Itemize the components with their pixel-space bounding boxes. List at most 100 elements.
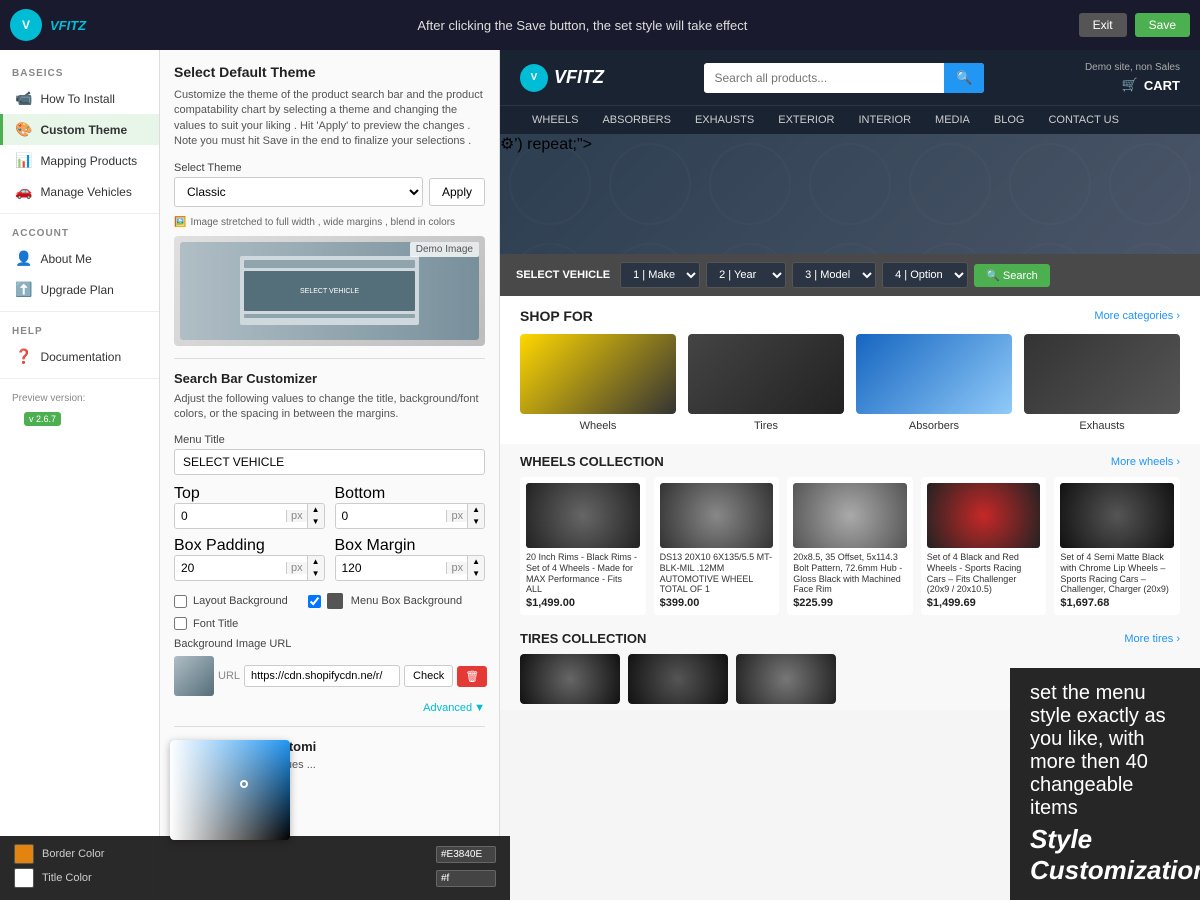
top-stepper: ▲ ▼ — [307, 504, 324, 528]
sidebar-item-label: About Me — [40, 252, 91, 266]
wheel-card-3[interactable]: 20x8.5, 35 Offset, 5x114.3 Bolt Pattern,… — [787, 477, 913, 615]
sidebar-item-manage-vehicles[interactable]: 🚗 Manage Vehicles — [0, 176, 159, 207]
box-margin-up-btn[interactable]: ▲ — [468, 556, 484, 568]
top-input[interactable] — [175, 504, 286, 528]
chevron-down-icon: ▼ — [474, 702, 485, 714]
bg-image-url-label: Background Image URL — [174, 638, 485, 650]
box-padding-up-btn[interactable]: ▲ — [308, 556, 324, 568]
store-search-input[interactable] — [704, 64, 944, 92]
nav-contact-us[interactable]: CONTACT US — [1036, 106, 1131, 134]
layout-bg-checkbox[interactable] — [174, 595, 187, 608]
nav-absorbers[interactable]: ABSORBERS — [590, 106, 682, 134]
wheel-card-4[interactable]: Set of 4 Black and Red Wheels - Sports R… — [921, 477, 1047, 615]
top-bar-message: After clicking the Save button, the set … — [86, 18, 1079, 33]
wheel-name-2: DS13 20X10 6X135/5.5 MT-BLK-MIL .12MM AU… — [660, 552, 774, 595]
border-hex-input[interactable] — [436, 846, 496, 863]
category-tires[interactable]: Tires — [688, 334, 844, 432]
delete-button[interactable]: 🗑 — [457, 666, 487, 687]
bottom-label: Bottom — [335, 485, 386, 502]
sidebar-item-custom-theme[interactable]: 🎨 Custom Theme — [0, 114, 159, 145]
box-margin-down-btn[interactable]: ▼ — [468, 568, 484, 580]
menu-box-bg-checkbox[interactable] — [308, 595, 321, 608]
box-margin-label: Box Margin — [335, 537, 416, 554]
bottom-down-btn[interactable]: ▼ — [468, 516, 484, 528]
help-icon: ❓ — [15, 348, 32, 365]
preview-version-label: Preview version: v 2.6.7 — [0, 385, 159, 442]
advanced-link[interactable]: Advanced ▼ — [174, 702, 485, 714]
nav-exterior[interactable]: EXTERIOR — [766, 106, 846, 134]
title-hex-input[interactable] — [436, 870, 496, 887]
category-exhausts[interactable]: Exhausts — [1024, 334, 1180, 432]
logo-icon: V — [10, 9, 42, 41]
make-select[interactable]: 1 | Make — [620, 262, 700, 288]
more-tires-link[interactable]: More tires › — [1124, 633, 1180, 645]
wheel-card-1[interactable]: 20 Inch Rims - Black Rims - Set of 4 Whe… — [520, 477, 646, 615]
bottom-input[interactable] — [336, 504, 447, 528]
font-title-checkbox[interactable] — [174, 617, 187, 630]
menu-title-input[interactable] — [174, 449, 485, 475]
nav-interior[interactable]: INTERIOR — [846, 106, 923, 134]
nav-media[interactable]: MEDIA — [923, 106, 982, 134]
theme-select[interactable]: Classic Modern Dark Light — [174, 177, 423, 207]
store-header-right: Demo site, non Sales 🛒 CART — [1085, 62, 1180, 93]
shop-for-title: SHOP FOR — [520, 308, 593, 324]
store-search-button[interactable]: 🔍 — [944, 63, 984, 93]
box-margin-input[interactable] — [336, 556, 447, 580]
storefront-bottom-overlay: set the menu style exactly as you like, … — [1010, 668, 1200, 900]
version-badge: v 2.6.7 — [24, 412, 61, 426]
shop-for-section: SHOP FOR More categories › Wheels Tires … — [500, 296, 1200, 444]
cart-button[interactable]: 🛒 CART — [1122, 77, 1180, 93]
vehicle-search-button[interactable]: 🔍 Search — [974, 264, 1050, 287]
sidebar-item-label: Documentation — [40, 350, 121, 364]
exit-button[interactable]: Exit — [1079, 13, 1127, 37]
demo-mini-bar — [244, 260, 415, 268]
title-color-swatch[interactable] — [14, 868, 34, 888]
sidebar-item-upgrade-plan[interactable]: ⬆️ Upgrade Plan — [0, 274, 159, 305]
url-input[interactable] — [244, 665, 400, 687]
store-logo: V VFITZ — [520, 64, 604, 92]
nav-exhausts[interactable]: EXHAUSTS — [683, 106, 766, 134]
bottom-overlay-text1: set the menu style exactly as you like, … — [1030, 682, 1180, 820]
video-icon: 📹 — [15, 90, 32, 107]
sidebar-item-mapping-products[interactable]: 📊 Mapping Products — [0, 145, 159, 176]
sidebar-item-about-me[interactable]: 👤 About Me — [0, 243, 159, 274]
wheel-card-5[interactable]: Set of 4 Semi Matte Black with Chrome Li… — [1054, 477, 1180, 615]
vehicle-selector-label: SELECT VEHICLE — [516, 269, 610, 281]
apply-button[interactable]: Apply — [429, 178, 485, 206]
box-padding-down-btn[interactable]: ▼ — [308, 568, 324, 580]
sidebar-item-documentation[interactable]: ❓ Documentation — [0, 341, 159, 372]
bottom-up-btn[interactable]: ▲ — [468, 504, 484, 516]
wheel-card-2[interactable]: DS13 20X10 6X135/5.5 MT-BLK-MIL .12MM AU… — [654, 477, 780, 615]
nav-blog[interactable]: BLOG — [982, 106, 1037, 134]
year-select[interactable]: 2 | Year — [706, 262, 786, 288]
store-nav: WHEELS ABSORBERS EXHAUSTS EXTERIOR INTER… — [500, 105, 1200, 134]
box-padding-input-group: px ▲ ▼ — [174, 555, 325, 581]
check-button[interactable]: Check — [404, 665, 453, 687]
color-picker-overlay[interactable] — [170, 740, 290, 840]
nav-wheels[interactable]: WHEELS — [520, 106, 590, 134]
menu-title-group: Menu Title — [174, 434, 485, 475]
sidebar-item-how-to-install[interactable]: 📹 How To Install — [0, 83, 159, 114]
wheel-img-4 — [927, 483, 1041, 548]
border-color-swatch[interactable] — [14, 844, 34, 864]
sidebar-section-account: ACCOUNT — [0, 220, 159, 243]
model-select[interactable]: 3 | Model — [792, 262, 876, 288]
box-padding-stepper: ▲ ▼ — [307, 556, 324, 580]
sidebar: BASEICS 📹 How To Install 🎨 Custom Theme … — [0, 50, 160, 900]
title-color-label: Title Color — [42, 872, 428, 884]
top-down-btn[interactable]: ▼ — [308, 516, 324, 528]
palette-icon: 🎨 — [15, 121, 32, 138]
more-wheels-link[interactable]: More wheels › — [1111, 456, 1180, 468]
box-padding-input[interactable] — [175, 556, 286, 580]
save-button[interactable]: Save — [1135, 13, 1190, 37]
category-absorbers[interactable]: Absorbers — [856, 334, 1012, 432]
top-up-btn[interactable]: ▲ — [308, 504, 324, 516]
font-title-checkbox-row: Font Title — [174, 617, 485, 630]
top-input-group: px ▲ ▼ — [174, 503, 325, 529]
select-theme-title: Select Default Theme — [174, 64, 485, 80]
demo-mini-select-vehicle: SELECT VEHICLE — [244, 271, 415, 311]
more-categories-link[interactable]: More categories › — [1094, 310, 1180, 322]
option-select[interactable]: 4 | Option — [882, 262, 968, 288]
category-wheels[interactable]: Wheels — [520, 334, 676, 432]
wheels-section: WHEELS COLLECTION More wheels › 20 Inch … — [500, 444, 1200, 625]
